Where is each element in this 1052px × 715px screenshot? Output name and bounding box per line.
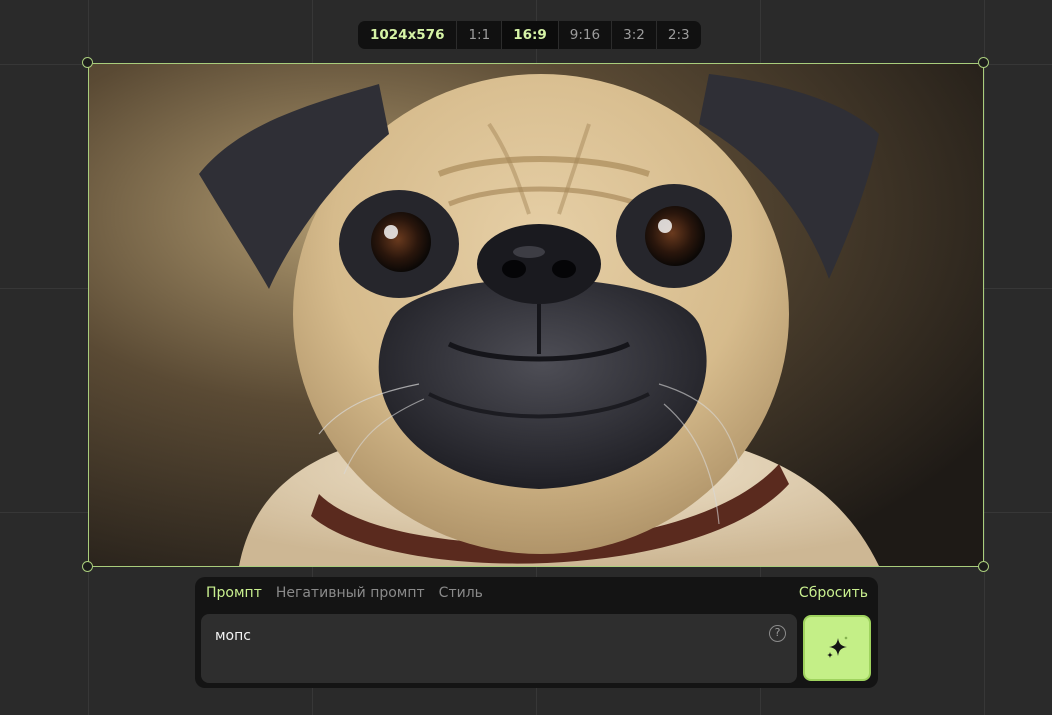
resize-handle-top-right[interactable] (978, 57, 989, 68)
tab-prompt[interactable]: Промпт (206, 585, 262, 601)
tab-negative-prompt[interactable]: Негативный промпт (276, 585, 425, 601)
image-size-button[interactable]: 1024x576 (358, 21, 458, 49)
prompt-field-container: мопс ? (201, 614, 797, 683)
prompt-panel: Промпт Негативный промпт Стиль Сбросить … (195, 577, 878, 688)
pug-portrait-image (89, 64, 983, 566)
tab-style[interactable]: Стиль (439, 585, 483, 601)
sparkle-icon (827, 636, 848, 658)
generated-image-frame[interactable] (88, 63, 984, 567)
question-circle-icon[interactable]: ? (769, 625, 786, 642)
resize-handle-top-left[interactable] (82, 57, 93, 68)
editor-canvas: 1024x576 1:1 16:9 9:16 3:2 2:3 Промпт Не… (0, 0, 1052, 715)
ratio-9-16-button[interactable]: 9:16 (559, 21, 613, 49)
ratio-16-9-button[interactable]: 16:9 (502, 21, 559, 49)
resize-handle-bottom-right[interactable] (978, 561, 989, 572)
ratio-1-1-button[interactable]: 1:1 (457, 21, 503, 49)
aspect-ratio-toolbar: 1024x576 1:1 16:9 9:16 3:2 2:3 (358, 21, 701, 49)
reset-button[interactable]: Сбросить (799, 585, 868, 601)
ratio-3-2-button[interactable]: 3:2 (612, 21, 657, 49)
prompt-input[interactable]: мопс (201, 614, 761, 683)
prompt-tabs: Промпт Негативный промпт Стиль (206, 585, 483, 601)
generate-button[interactable] (803, 615, 871, 681)
resize-handle-bottom-left[interactable] (82, 561, 93, 572)
ratio-2-3-button[interactable]: 2:3 (657, 21, 701, 49)
